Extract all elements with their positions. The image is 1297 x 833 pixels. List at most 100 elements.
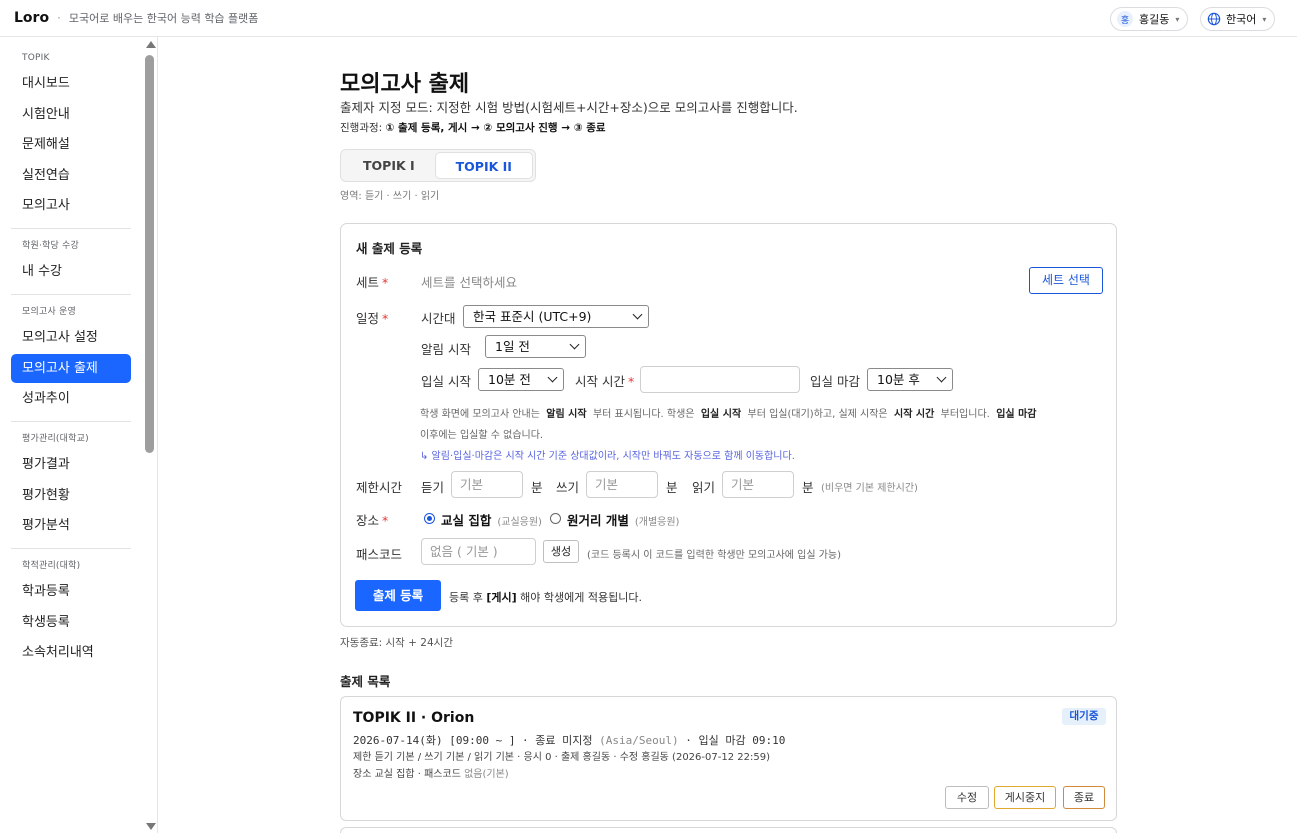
scroll-up-arrow-icon[interactable] (146, 41, 156, 48)
sidebar-scrollbar[interactable] (145, 55, 154, 453)
brand-logo[interactable]: Loro (14, 10, 49, 26)
start-time-input[interactable] (640, 366, 800, 393)
passcode-input[interactable]: 없음 ( 기본 ) (421, 538, 536, 565)
user-menu-button[interactable]: 홍 홍길동 ▾ (1110, 7, 1189, 31)
writing-label: 쓰기 (556, 480, 580, 495)
sidebar-item-affiliation-history[interactable]: 소속처리내역 (11, 638, 131, 667)
writing-time-input[interactable]: 기본 (586, 471, 658, 498)
sidebar: TOPIK 대시보드 시험안내 문제해설 실전연습 모의고사 학원·학당 수강 … (0, 37, 158, 833)
brand-tagline: 모국어로 배우는 한국어 능력 학습 플랫폼 (68, 12, 259, 25)
sidebar-item-eval-analysis[interactable]: 평가분석 (11, 511, 131, 540)
sidebar-item-performance[interactable]: 성과추이 (11, 384, 131, 413)
sidebar-item-mock-settings[interactable]: 모의고사 설정 (11, 323, 131, 352)
chevron-down-icon (632, 309, 643, 320)
chevron-down-icon: ▾ (1262, 14, 1267, 24)
reading-label: 읽기 (692, 480, 716, 495)
top-bar: Loro · 모국어로 배우는 한국어 능력 학습 플랫폼 홍 홍길동 ▾ 한국… (0, 0, 1297, 37)
tab-topik-1[interactable]: TOPIK I (343, 152, 435, 179)
entry-close-select[interactable]: 10분 후 (867, 368, 953, 391)
chevron-down-icon: ▾ (1175, 14, 1180, 24)
new-exam-form: 새 출제 등록 세트 * 세트를 선택하세요 세트 선택 일정 * 시간대 한국 표… (340, 223, 1117, 627)
select-set-button[interactable]: 세트 선택 (1029, 267, 1103, 294)
globe-icon (1207, 12, 1221, 26)
page-description: 출제자 지정 모드: 지정한 시험 방법(시험세트+시간+장소)으로 모의고사를… (340, 100, 798, 115)
avatar: 홍 (1117, 11, 1133, 27)
status-badge: 대기중 (1062, 708, 1106, 725)
minute-unit: 분 (802, 480, 814, 495)
start-time-label: 시작 시간 * (575, 374, 635, 389)
list-item (340, 827, 1117, 833)
sidebar-section-title: 학원·학당 수강 (22, 241, 80, 251)
progress-steps: 진행과정: ① 출제 등록, 게시 → ② 모의고사 진행 → ③ 종료 (340, 120, 606, 135)
submit-note: 등록 후 [게시] 해야 학생에게 적용됩니다. (449, 591, 642, 604)
listening-time-input[interactable]: 기본 (451, 471, 523, 498)
sidebar-section-title: 학적관리(대학) (22, 561, 81, 571)
language-menu-button[interactable]: 한국어 ▾ (1200, 7, 1276, 31)
progress-steps-text: ① 출제 등록, 게시 → ② 모의고사 진행 → ③ 종료 (385, 122, 606, 134)
sidebar-item-explanations[interactable]: 문제해설 (11, 130, 131, 159)
timezone-label: 시간대 (421, 311, 456, 326)
chevron-down-icon (936, 372, 947, 383)
sidebar-section-title: TOPIK (22, 53, 50, 63)
sidebar-divider (11, 548, 131, 549)
sidebar-item-mock-create[interactable]: 모의고사 출제 (11, 353, 131, 383)
user-name: 홍길동 (1139, 13, 1170, 26)
edit-button[interactable]: 수정 (945, 786, 989, 809)
sidebar-item-mock-exam[interactable]: 모의고사 (11, 191, 131, 220)
place-remote-radio[interactable] (550, 513, 561, 524)
alert-start-label: 알림 시작 (421, 342, 471, 357)
sidebar-item-student-register[interactable]: 학생등록 (11, 608, 131, 637)
schedule-label: 일정 * (356, 311, 389, 326)
sidebar-section-title: 모의고사 운영 (22, 307, 76, 317)
sidebar-item-practice[interactable]: 실전연습 (11, 161, 131, 190)
exam-item-place: 장소 교실 집합 · 패스코드 없음(기본) (353, 769, 509, 780)
tab-topik-2[interactable]: TOPIK II (434, 152, 533, 179)
area-note: 영역: 듣기 · 쓰기 · 읽기 (340, 191, 440, 202)
chevron-down-icon (569, 339, 580, 350)
submit-exam-button[interactable]: 출제 등록 (355, 580, 441, 611)
unpublish-button[interactable]: 게시중지 (994, 786, 1056, 809)
progress-prefix: 진행과정: (340, 122, 386, 134)
entry-start-select[interactable]: 10분 전 (478, 368, 564, 391)
exam-item-title: TOPIK II · Orion (353, 710, 475, 726)
schedule-relative-note: ↳ 알림·입실·마감은 시작 시간 기준 상대값이라, 시작만 바꿔도 자동으로… (420, 451, 795, 462)
exam-item-schedule: 2026-07-14(화) [09:00 ~ ] · 종료 미지정 (Asia/… (353, 734, 786, 747)
sidebar-divider (11, 228, 131, 229)
exam-list-title: 출제 목록 (340, 674, 391, 689)
end-exam-button[interactable]: 종료 (1063, 786, 1105, 809)
place-label: 장소 * (356, 513, 389, 528)
minute-unit: 분 (531, 480, 543, 495)
chevron-down-icon (547, 372, 558, 383)
generate-passcode-button[interactable]: 생성 (543, 540, 579, 563)
sidebar-section-title: 평가관리(대학교) (22, 434, 89, 444)
passcode-note: (코드 등록시 이 코드를 입력한 학생만 모의고사에 입실 가능) (587, 550, 842, 561)
sidebar-item-eval-status[interactable]: 평가현황 (11, 481, 131, 510)
sidebar-item-dept-register[interactable]: 학과등록 (11, 577, 131, 606)
timezone-select[interactable]: 한국 표준시 (UTC+9) (463, 305, 649, 328)
list-item: TOPIK II · Orion 대기중 2026-07-14(화) [09:0… (340, 696, 1117, 821)
language-label: 한국어 (1226, 13, 1257, 26)
exam-item-meta: 제한 듣기 기본 / 쓰기 기본 / 읽기 기본 · 응시 0 · 출제 홍길동… (353, 752, 770, 763)
place-remote-label[interactable]: 원거리 개별 (개별응원) (567, 510, 679, 529)
scroll-down-arrow-icon[interactable] (146, 823, 156, 830)
place-classroom-radio[interactable] (424, 513, 435, 524)
sidebar-item-dashboard[interactable]: 대시보드 (11, 69, 131, 98)
entry-close-label: 입실 마감 (810, 374, 860, 389)
sidebar-item-eval-results[interactable]: 평가결과 (11, 450, 131, 479)
time-limit-note: (비우면 기본 제한시간) (821, 483, 918, 494)
schedule-hint-cont: 이후에는 입실할 수 없습니다. (420, 430, 544, 441)
listening-label: 듣기 (421, 480, 445, 495)
sidebar-item-my-courses[interactable]: 내 수강 (11, 257, 131, 286)
passcode-label: 패스코드 (356, 547, 403, 562)
alert-start-select[interactable]: 1일 전 (485, 335, 586, 358)
entry-start-label: 입실 시작 (421, 374, 471, 389)
place-classroom-label[interactable]: 교실 집합 (교실응원) (441, 510, 542, 529)
sidebar-item-exam-guide[interactable]: 시험안내 (11, 100, 131, 129)
minute-unit: 분 (666, 480, 678, 495)
set-label: 세트 * (356, 275, 389, 290)
sidebar-nav: TOPIK 대시보드 시험안내 문제해설 실전연습 모의고사 학원·학당 수강 … (11, 53, 131, 669)
time-limit-label: 제한시간 (356, 480, 403, 495)
form-title: 새 출제 등록 (356, 241, 423, 256)
auto-end-note: 자동종료: 시작 + 24시간 (340, 637, 453, 649)
reading-time-input[interactable]: 기본 (722, 471, 794, 498)
